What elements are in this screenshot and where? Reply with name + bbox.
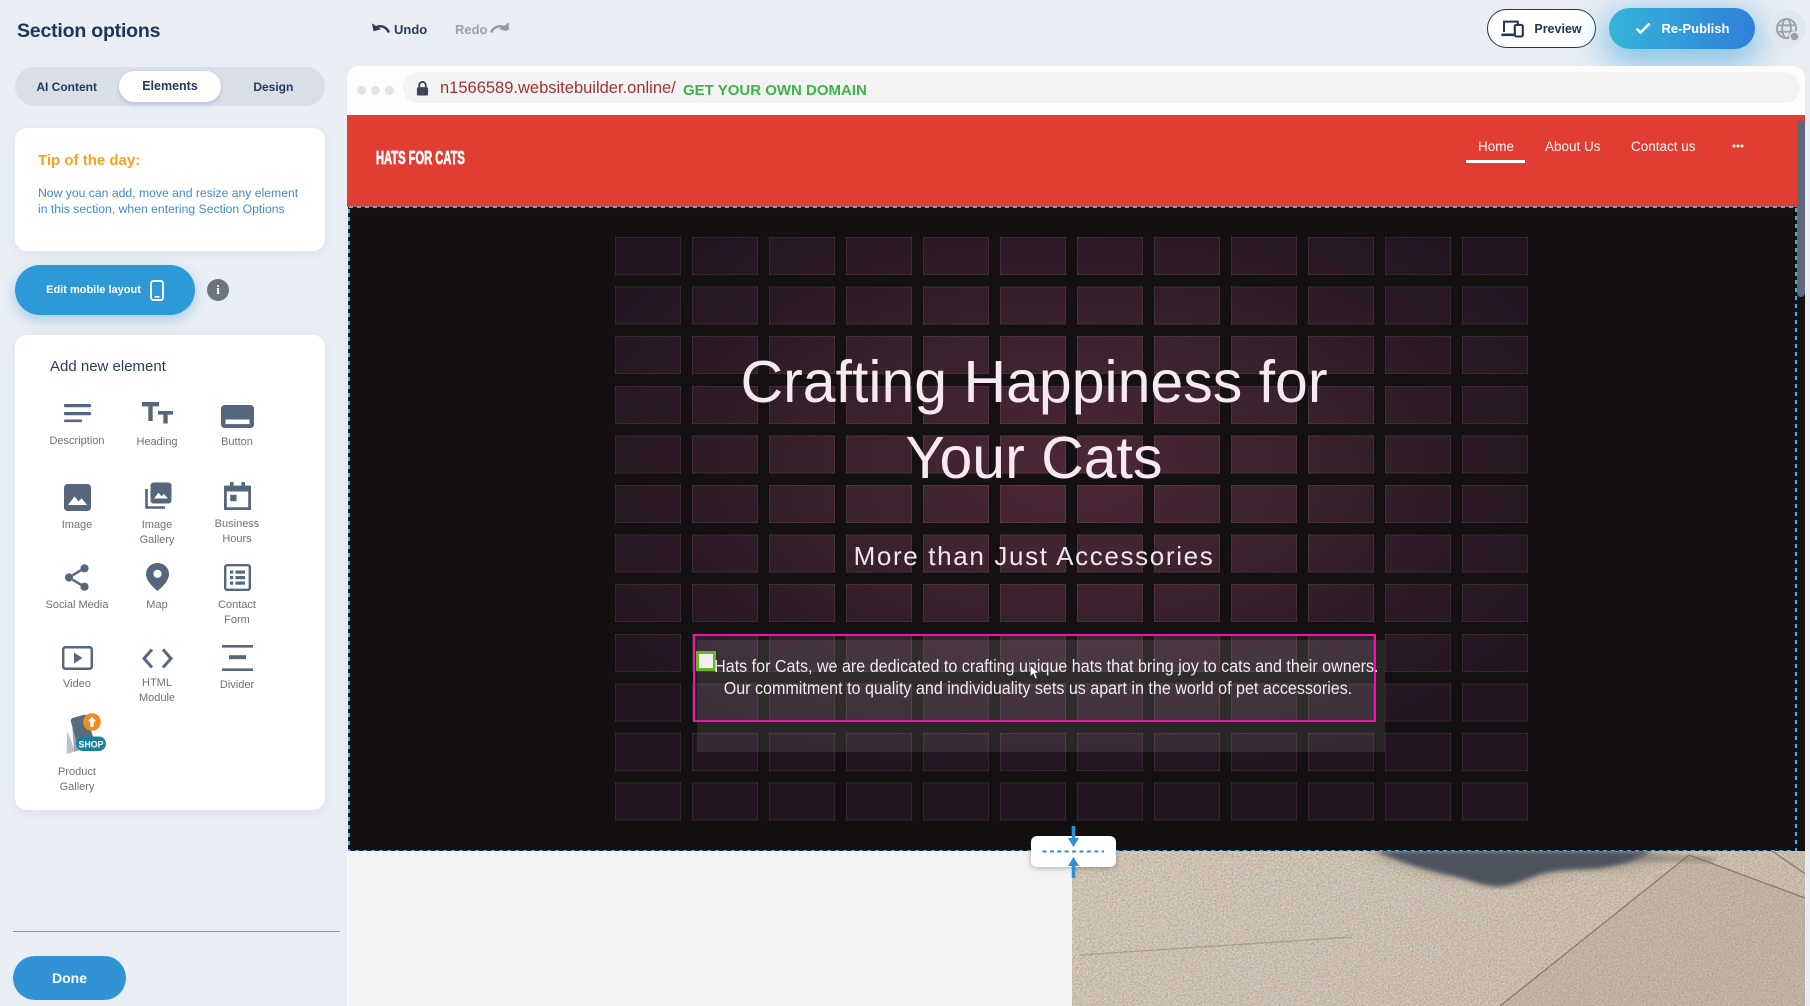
svg-text:SHOP: SHOP	[79, 739, 104, 749]
